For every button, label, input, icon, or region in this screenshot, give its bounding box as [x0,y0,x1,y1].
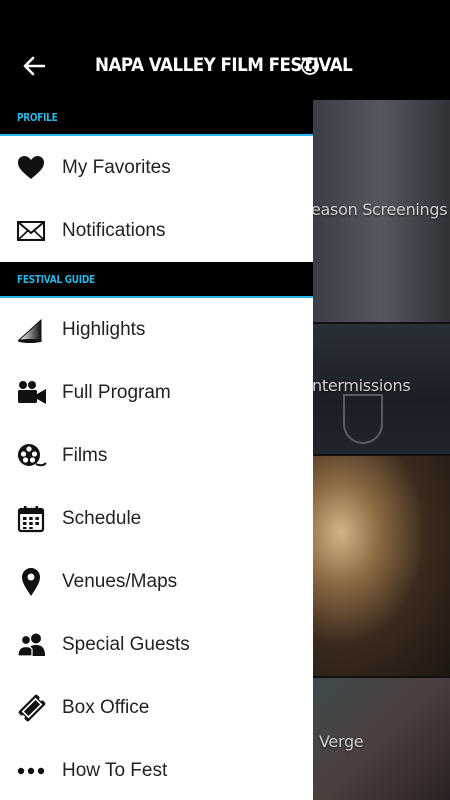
back-button[interactable] [14,48,54,84]
menu-item-box-office[interactable]: Box Office [0,676,313,739]
calendar-icon [17,505,45,532]
film-reel-icon [18,443,47,466]
content-tile[interactable] [313,456,450,676]
menu-item-label: Films [62,444,108,466]
tile-label: ntermissions [313,376,411,395]
tile-label: eason Screenings [313,200,448,219]
menu-item-label: Full Program [62,381,171,403]
menu-item-films[interactable]: Films [0,424,313,487]
film-reel-icon [301,57,319,75]
heart-icon [18,155,44,179]
menu-item-how-to-fest[interactable]: How To Fest [0,739,313,800]
spotlight-icon [17,318,42,343]
tile-label: Verge [319,732,364,751]
more-dots-icon [17,767,45,774]
menu-item-label: Special Guests [62,633,190,655]
menu-item-notifications[interactable]: Notifications [0,199,313,262]
section-header-festival-guide: FESTIVAL GUIDE [0,262,313,298]
menu-item-label: Notifications [62,219,166,241]
menu-item-label: Highlights [62,318,146,340]
menu-item-label: Venues/Maps [62,570,178,592]
ticket-icon [18,694,46,721]
menu-item-full-program[interactable]: Full Program [0,361,313,424]
menu-item-venues-maps[interactable]: Venues/Maps [0,550,313,613]
navigation-drawer: PROFILE My Favorites Notifications FESTI… [0,100,313,800]
background-content: eason Screenings ntermissions Verge [313,100,450,800]
content-tile[interactable]: ntermissions [313,324,450,454]
section-title: FESTIVAL GUIDE [17,274,95,286]
people-icon [17,633,45,657]
arrow-left-icon [23,56,45,76]
app-header: NAPA VALLEY FILM FESTIVAL [0,0,450,100]
map-pin-icon [22,567,40,596]
menu-item-label: Box Office [62,696,150,718]
content-tile[interactable]: Verge [313,678,450,800]
section-title: PROFILE [17,112,58,124]
wine-glass-image [343,394,383,444]
menu-item-label: How To Fest [62,759,168,781]
menu-item-special-guests[interactable]: Special Guests [0,613,313,676]
menu-item-highlights[interactable]: Highlights [0,298,313,361]
menu-item-label: My Favorites [62,156,171,178]
section-header-profile: PROFILE [0,100,313,136]
menu-item-label: Schedule [62,507,142,529]
menu-item-my-favorites[interactable]: My Favorites [0,136,313,199]
menu-item-schedule[interactable]: Schedule [0,487,313,550]
envelope-icon [17,220,45,241]
content-tile[interactable]: eason Screenings [313,100,450,322]
video-camera-icon [18,380,46,404]
